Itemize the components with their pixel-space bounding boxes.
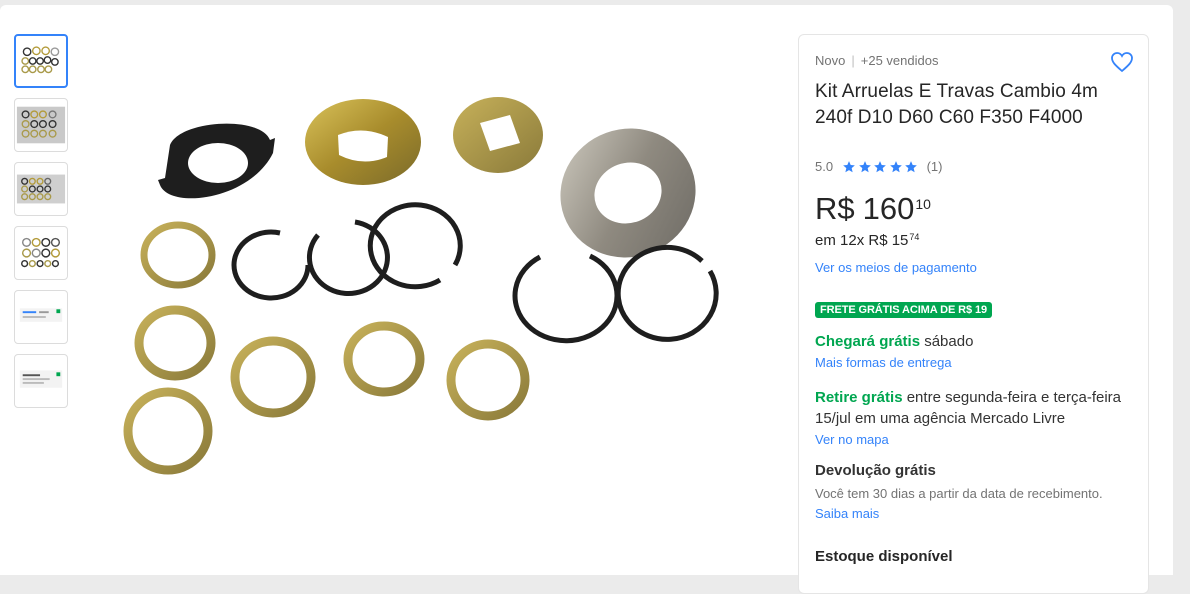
- product-card: Novo | +25 vendidos Kit Arruelas E Travas …: [0, 5, 1173, 594]
- free-shipping-badge: FRETE GRÁTIS ACIMA DE R$ 19: [815, 302, 993, 318]
- sold-count: +25 vendidos: [860, 53, 939, 68]
- heart-icon[interactable]: [1110, 51, 1134, 73]
- gold-rings: [123, 221, 530, 475]
- pickup-highlight: Retire grátis: [815, 389, 903, 406]
- condition-label: Novo: [815, 53, 846, 68]
- large-gold-washer: [305, 99, 421, 185]
- black-tab-washer: [158, 123, 275, 199]
- thumbnail-4[interactable]: [14, 226, 68, 280]
- shipping-arrival: Chegará grátis sábado: [815, 333, 973, 350]
- view-map-link[interactable]: Ver no mapa: [815, 432, 889, 447]
- star-icon: [905, 160, 917, 172]
- price-cents: 10: [915, 196, 931, 212]
- rating-count: (1): [926, 159, 943, 174]
- thumbnail-1[interactable]: [14, 34, 68, 88]
- installments-cents: 74: [909, 232, 920, 242]
- price-currency: R$: [815, 191, 855, 226]
- pickup-info: Retire grátis entre segunda-feira e terç…: [815, 387, 1140, 429]
- delivery-options-link[interactable]: Mais formas de entrega: [815, 355, 952, 370]
- product-title: Kit Arruelas E Travas Cambio 4m 240f D10…: [815, 81, 1098, 128]
- rating[interactable]: 5.0 (1): [815, 159, 942, 174]
- star-icon: [858, 160, 871, 172]
- thumbnail-2[interactable]: [14, 98, 68, 152]
- returns-note: Você tem 30 dias a partir da data de rec…: [815, 486, 1103, 501]
- main-product-image[interactable]: [110, 85, 770, 505]
- separator: |: [851, 53, 855, 68]
- star-icon: [874, 160, 886, 172]
- star-icon: [889, 160, 902, 172]
- price-integer: 160: [862, 191, 915, 226]
- product-subtitle: Novo | +25 vendidos: [815, 53, 938, 68]
- returns-title: Devolução grátis: [815, 462, 936, 479]
- installments: em 12x R$ 1574: [815, 232, 919, 249]
- star-icon: [843, 160, 855, 172]
- square-hole-washer: [453, 97, 543, 173]
- payment-methods-link[interactable]: Ver os meios de pagamento: [815, 260, 977, 275]
- arrival-highlight: Chegará grátis: [815, 333, 921, 350]
- arrival-day: sábado: [924, 333, 974, 350]
- buy-box: Novo | +25 vendidos Kit Arruelas E Travas …: [798, 34, 1149, 594]
- thumbnail-3[interactable]: [14, 162, 68, 216]
- thumbnail-5[interactable]: [14, 290, 68, 344]
- thumbnail-6[interactable]: [14, 354, 68, 408]
- rating-score: 5.0: [815, 159, 834, 174]
- learn-more-link[interactable]: Saiba mais: [815, 506, 879, 521]
- washers-kit-illustration: [123, 97, 719, 475]
- price: R$ 160 10: [815, 191, 931, 227]
- installments-text: em 12x R$ 15: [815, 232, 909, 249]
- stock-label: Estoque disponível: [815, 548, 953, 565]
- rating-stars: [842, 160, 920, 174]
